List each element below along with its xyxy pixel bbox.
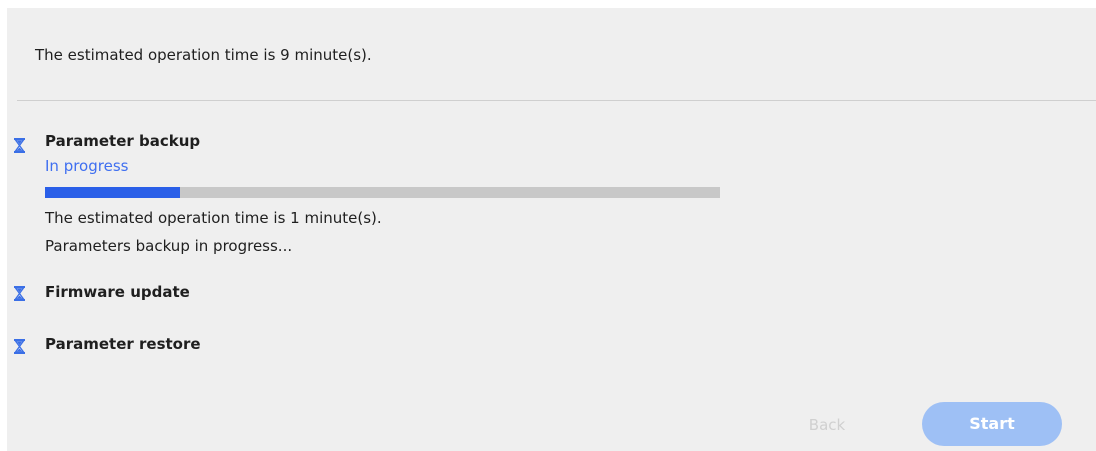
step-estimated-time: The estimated operation time is 1 minute… — [45, 209, 382, 227]
total-estimated-time: The estimated operation time is 9 minute… — [35, 46, 372, 64]
hourglass-icon — [14, 286, 25, 301]
divider — [17, 100, 1096, 101]
progress-bar-fill — [45, 187, 180, 198]
step-title-parameter-backup: Parameter backup — [45, 132, 201, 150]
status-in-progress: In progress — [45, 157, 129, 175]
back-button[interactable]: Back — [797, 413, 857, 437]
hourglass-icon — [14, 339, 25, 354]
step-progress-message: Parameters backup in progress... — [45, 237, 293, 255]
update-wizard-panel: The estimated operation time is 9 minute… — [7, 8, 1096, 451]
hourglass-icon — [14, 138, 25, 153]
progress-bar — [45, 187, 720, 198]
step-title-firmware-update: Firmware update — [45, 283, 190, 301]
start-button[interactable]: Start — [922, 402, 1062, 446]
step-title-parameter-restore: Parameter restore — [45, 335, 201, 353]
